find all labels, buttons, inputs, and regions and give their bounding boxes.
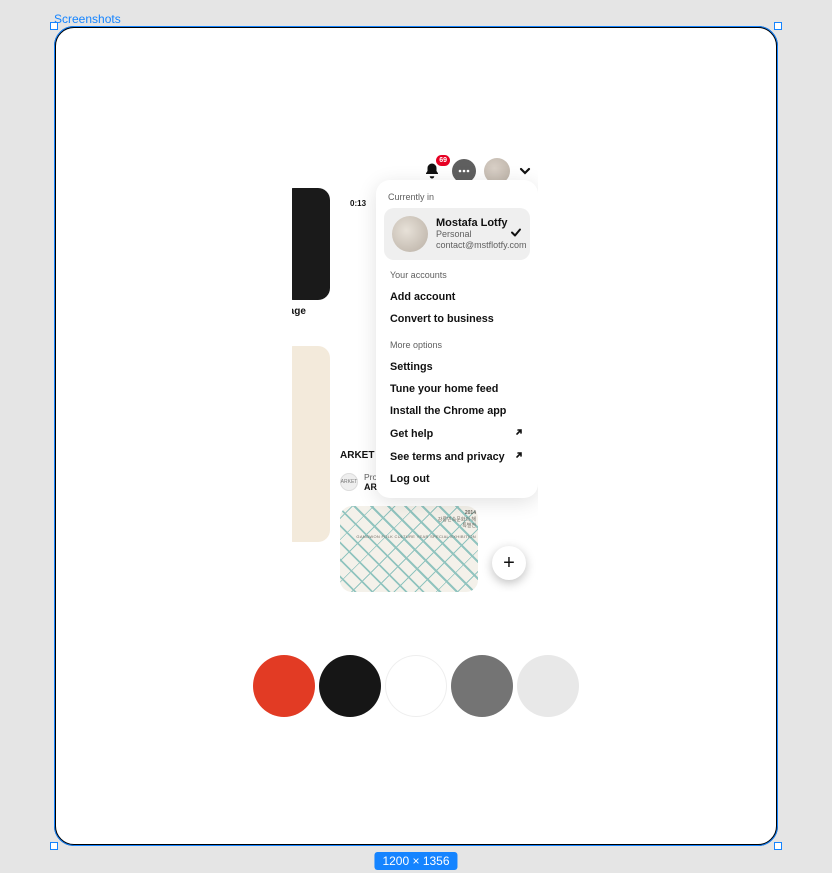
resize-handle-tl[interactable]: [50, 22, 58, 30]
feed-card-beige: [292, 346, 330, 542]
convert-business[interactable]: Convert to business: [386, 308, 528, 330]
check-icon: [510, 227, 522, 242]
your-accounts-label: Your accounts: [386, 266, 528, 286]
color-palette: [56, 655, 776, 717]
account-card[interactable]: Mostafa Lotfy Personal contact@mstflotfy…: [384, 208, 530, 260]
resize-handle-bl[interactable]: [50, 842, 58, 850]
fab-add[interactable]: +: [492, 546, 526, 580]
map-text: 2014 강릉민속문화의 해 특별전 GANGWON FOLK CULTURE …: [356, 510, 476, 539]
account-email: contact@mstflotfy.com: [436, 240, 527, 251]
feed-card-map[interactable]: 2014 강릉민속문화의 해 특별전 GANGWON FOLK CULTURE …: [340, 506, 478, 592]
plus-icon: +: [503, 552, 515, 575]
video-duration: 0:13: [350, 199, 366, 208]
install-chrome-app[interactable]: Install the Chrome app: [386, 400, 528, 422]
external-icon: [514, 427, 524, 440]
get-help[interactable]: Get help: [386, 422, 528, 445]
brand-avatar[interactable]: ARKET: [340, 473, 358, 491]
feed-caption-page: Page: [292, 306, 330, 317]
log-out[interactable]: Log out: [386, 468, 528, 490]
swatch-4[interactable]: [451, 655, 513, 717]
swatch-3[interactable]: [385, 655, 447, 717]
swatch-1[interactable]: [253, 655, 315, 717]
more-options-label: More options: [386, 336, 528, 356]
account-menu: Currently in Mostafa Lotfy Personal cont…: [376, 180, 538, 498]
notification-badge: 69: [436, 155, 450, 166]
tune-home-feed[interactable]: Tune your home feed: [386, 378, 528, 400]
add-account[interactable]: Add account: [386, 286, 528, 308]
design-frame[interactable]: Page r 0:13 ARKET T system ARKET Promote…: [54, 26, 778, 846]
frame-label: Screenshots: [54, 12, 121, 26]
dimensions-badge: 1200 × 1356: [374, 852, 457, 870]
external-icon: [514, 450, 524, 463]
resize-handle-tr[interactable]: [774, 22, 782, 30]
account-avatar: [392, 216, 428, 252]
swatch-2[interactable]: [319, 655, 381, 717]
terms-privacy[interactable]: See terms and privacy: [386, 445, 528, 468]
settings[interactable]: Settings: [386, 356, 528, 378]
mobile-screenshot: Page r 0:13 ARKET T system ARKET Promote…: [292, 150, 538, 592]
swatch-5[interactable]: [517, 655, 579, 717]
currently-in-label: Currently in: [384, 188, 530, 208]
feed-card-dark: [292, 188, 330, 300]
resize-handle-br[interactable]: [774, 842, 782, 850]
